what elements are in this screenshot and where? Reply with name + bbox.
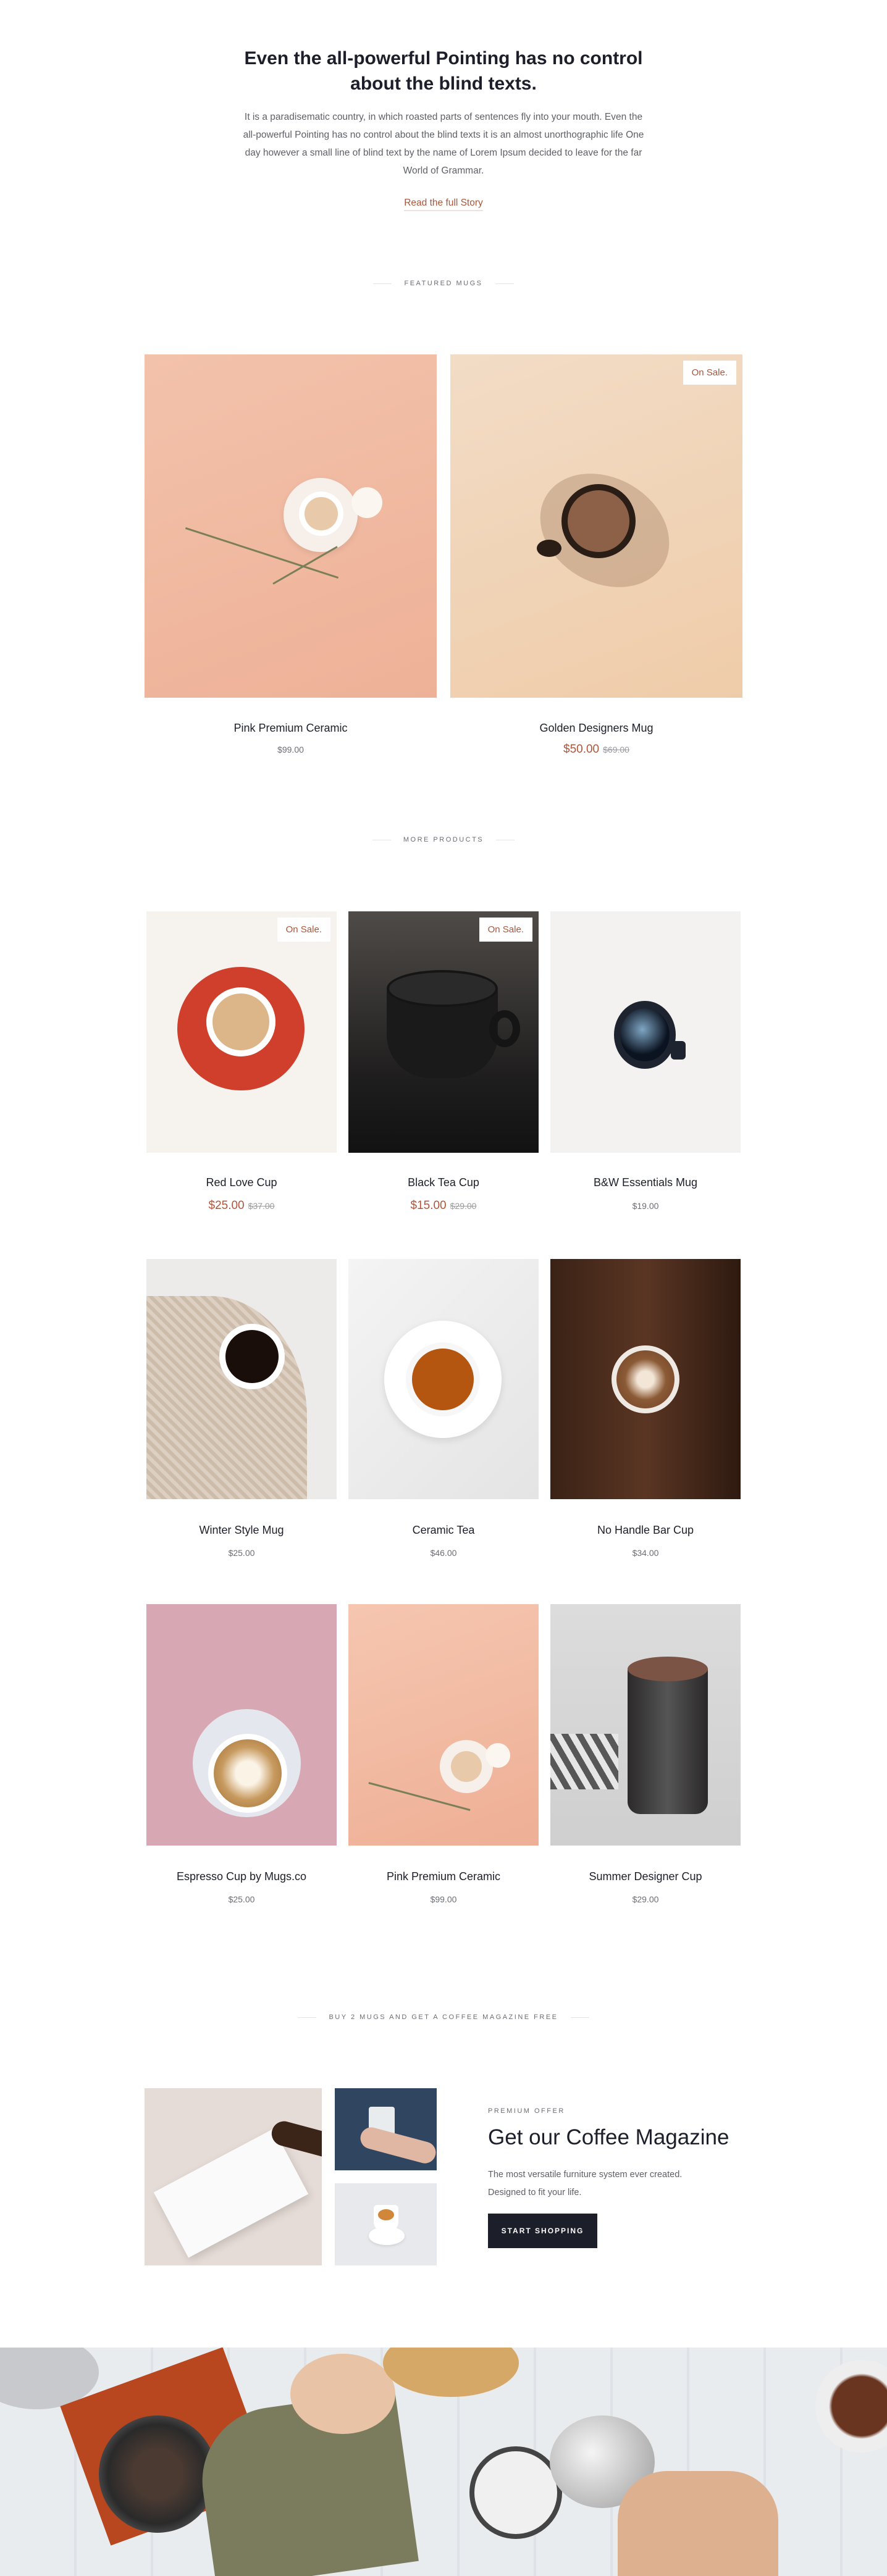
product-image-summer-designer-cup[interactable] [550, 1604, 741, 1846]
product-image-no-handle-bar-cup[interactable] [550, 1259, 741, 1499]
product-title[interactable]: Pink Premium Ceramic [145, 722, 437, 735]
product-title[interactable]: Summer Designer Cup [550, 1870, 741, 1883]
promo-eyebrow: Premium Offer [488, 2107, 565, 2115]
product-image-bw-essentials-mug[interactable] [550, 911, 741, 1153]
product-title[interactable]: Espresso Cup by Mugs.co [146, 1870, 337, 1883]
magazine-image [145, 2088, 322, 2265]
promo-text: The most versatile furniture system ever… [488, 2166, 682, 2202]
featured-mugs-label: Featured Mugs [0, 280, 887, 287]
product-price: $46.00 [430, 1548, 457, 1558]
product-title[interactable]: Black Tea Cup [348, 1176, 539, 1189]
promo-text-line: Designed to fit your life. [488, 2188, 582, 2198]
sale-price: $15.00 [410, 1199, 447, 1212]
product-price: $29.00 [632, 1894, 659, 1904]
product-price: $50.00 $69.00 [450, 743, 742, 756]
espresso-image [335, 2183, 437, 2265]
product-price: $99.00 [277, 745, 304, 755]
product-image-red-love-cup[interactable]: On Sale. [146, 911, 337, 1153]
product-title[interactable]: Ceramic Tea [348, 1524, 539, 1537]
start-shopping-button[interactable]: Start Shopping [488, 2214, 597, 2248]
product-image-golden-designers-mug[interactable]: On Sale. [450, 354, 742, 698]
product-image-pink-premium-ceramic[interactable] [145, 354, 437, 698]
coffee-brewing-hero-image [0, 2348, 887, 2576]
old-price: $37.00 [248, 1201, 275, 1211]
product-price: $19.00 [632, 1201, 659, 1211]
hands-mug-image [335, 2088, 437, 2170]
product-title[interactable]: Pink Premium Ceramic [348, 1870, 539, 1883]
promo-text-line: The most versatile furniture system ever… [488, 2170, 683, 2180]
product-title[interactable]: B&W Essentials Mug [550, 1176, 741, 1189]
product-image-winter-style-mug[interactable] [146, 1259, 337, 1499]
product-title[interactable]: No Handle Bar Cup [550, 1524, 741, 1537]
product-title[interactable]: Golden Designers Mug [450, 722, 742, 735]
old-price: $29.00 [450, 1201, 477, 1211]
intro-title: Even the all-powerful Pointing has no co… [244, 48, 643, 94]
product-price: $25.00 [228, 1548, 255, 1558]
on-sale-badge: On Sale. [479, 918, 532, 942]
old-price: $69.00 [603, 745, 629, 755]
promo-title: Get our Coffee Magazine [488, 2125, 729, 2149]
sale-price: $50.00 [563, 743, 600, 756]
on-sale-badge: On Sale. [683, 361, 736, 385]
product-price: $25.00 [228, 1894, 255, 1904]
intro-text: It is a paradisematic country, in which … [243, 112, 644, 176]
product-image-pink-premium-ceramic-2[interactable] [348, 1604, 539, 1846]
read-full-story-link[interactable]: Read the full Story [404, 198, 483, 211]
product-price: $25.00 $37.00 [146, 1199, 337, 1213]
product-image-espresso-cup-by-mugs-co[interactable] [146, 1604, 337, 1846]
product-title[interactable]: Winter Style Mug [146, 1524, 337, 1537]
product-price: $99.00 [430, 1894, 457, 1904]
on-sale-badge: On Sale. [277, 918, 330, 942]
more-products-label: More Products [0, 836, 887, 843]
promo-label: Buy 2 mugs and get a coffee magazine fre… [0, 2014, 887, 2021]
product-image-black-tea-cup[interactable]: On Sale. [348, 911, 539, 1153]
sale-price: $25.00 [208, 1199, 245, 1212]
product-price: $34.00 [632, 1548, 659, 1558]
product-image-ceramic-tea[interactable] [348, 1259, 539, 1499]
product-title[interactable]: Red Love Cup [146, 1176, 337, 1189]
product-price: $15.00 $29.00 [348, 1199, 539, 1213]
